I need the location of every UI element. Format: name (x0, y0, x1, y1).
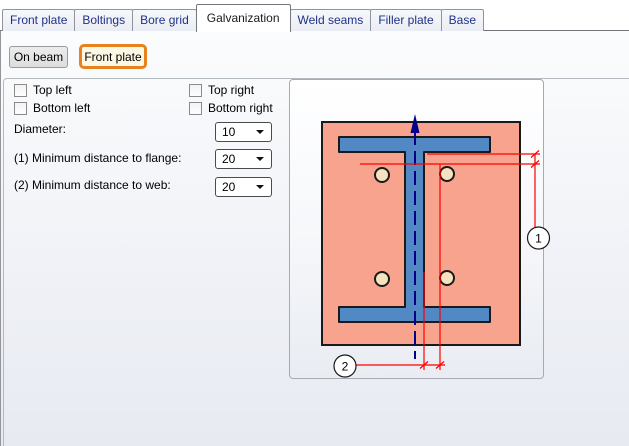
tab-bore-grid[interactable]: Bore grid (132, 9, 197, 31)
top-left-checkbox[interactable] (14, 84, 27, 97)
checkbox-row-top-left: Top left (14, 83, 72, 97)
chevron-down-icon (256, 157, 264, 161)
tab-weld-seams[interactable]: Weld seams (290, 9, 372, 31)
on-beam-button[interactable]: On beam (9, 46, 68, 68)
top-right-label: Top right (208, 83, 254, 97)
hole-top-right (440, 167, 454, 181)
tab-boltings[interactable]: Boltings (74, 9, 133, 31)
tab-base[interactable]: Base (441, 9, 484, 31)
checkbox-row-bottom-left: Bottom left (14, 101, 90, 115)
bottom-right-label: Bottom right (208, 101, 273, 115)
balloon-1-label: 1 (535, 232, 542, 246)
min-distance-web-dropdown[interactable]: 20 (215, 177, 272, 197)
beam-section-drawing: 1 2 (290, 80, 543, 378)
bottom-right-checkbox[interactable] (189, 102, 202, 115)
bottom-left-checkbox[interactable] (14, 102, 27, 115)
diameter-dropdown[interactable]: 10 (215, 122, 272, 142)
chevron-down-icon (256, 130, 264, 134)
min-distance-web-value: 20 (216, 180, 256, 194)
top-right-checkbox[interactable] (189, 84, 202, 97)
tab-galvanization[interactable]: Galvanization (196, 4, 291, 32)
front-plate-button[interactable]: Front plate (79, 44, 147, 69)
bottom-left-label: Bottom left (33, 101, 90, 115)
preview-panel: 1 2 (289, 79, 544, 379)
min-distance-web-label: (2) Minimum distance to web: (14, 177, 171, 193)
diameter-value: 10 (216, 125, 256, 139)
min-distance-flange-dropdown[interactable]: 20 (215, 149, 272, 169)
chevron-down-icon (256, 185, 264, 189)
tab-content-galvanization: On beam Front plate Top left Top right B… (0, 30, 629, 446)
checkbox-row-top-right: Top right (189, 83, 254, 97)
checkbox-row-bottom-right: Bottom right (189, 101, 273, 115)
tab-filler-plate[interactable]: Filler plate (370, 9, 441, 31)
tab-bar: Front plate Boltings Bore grid Galvaniza… (2, 3, 483, 31)
hole-bottom-left (375, 272, 389, 286)
hole-bottom-right (440, 271, 454, 285)
diameter-label: Diameter: (14, 121, 66, 137)
top-left-label: Top left (33, 83, 72, 97)
hole-top-left (375, 168, 389, 182)
balloon-2-label: 2 (342, 360, 349, 374)
tab-front-plate[interactable]: Front plate (2, 9, 75, 31)
min-distance-flange-label: (1) Minimum distance to flange: (14, 150, 181, 166)
min-distance-flange-value: 20 (216, 152, 256, 166)
